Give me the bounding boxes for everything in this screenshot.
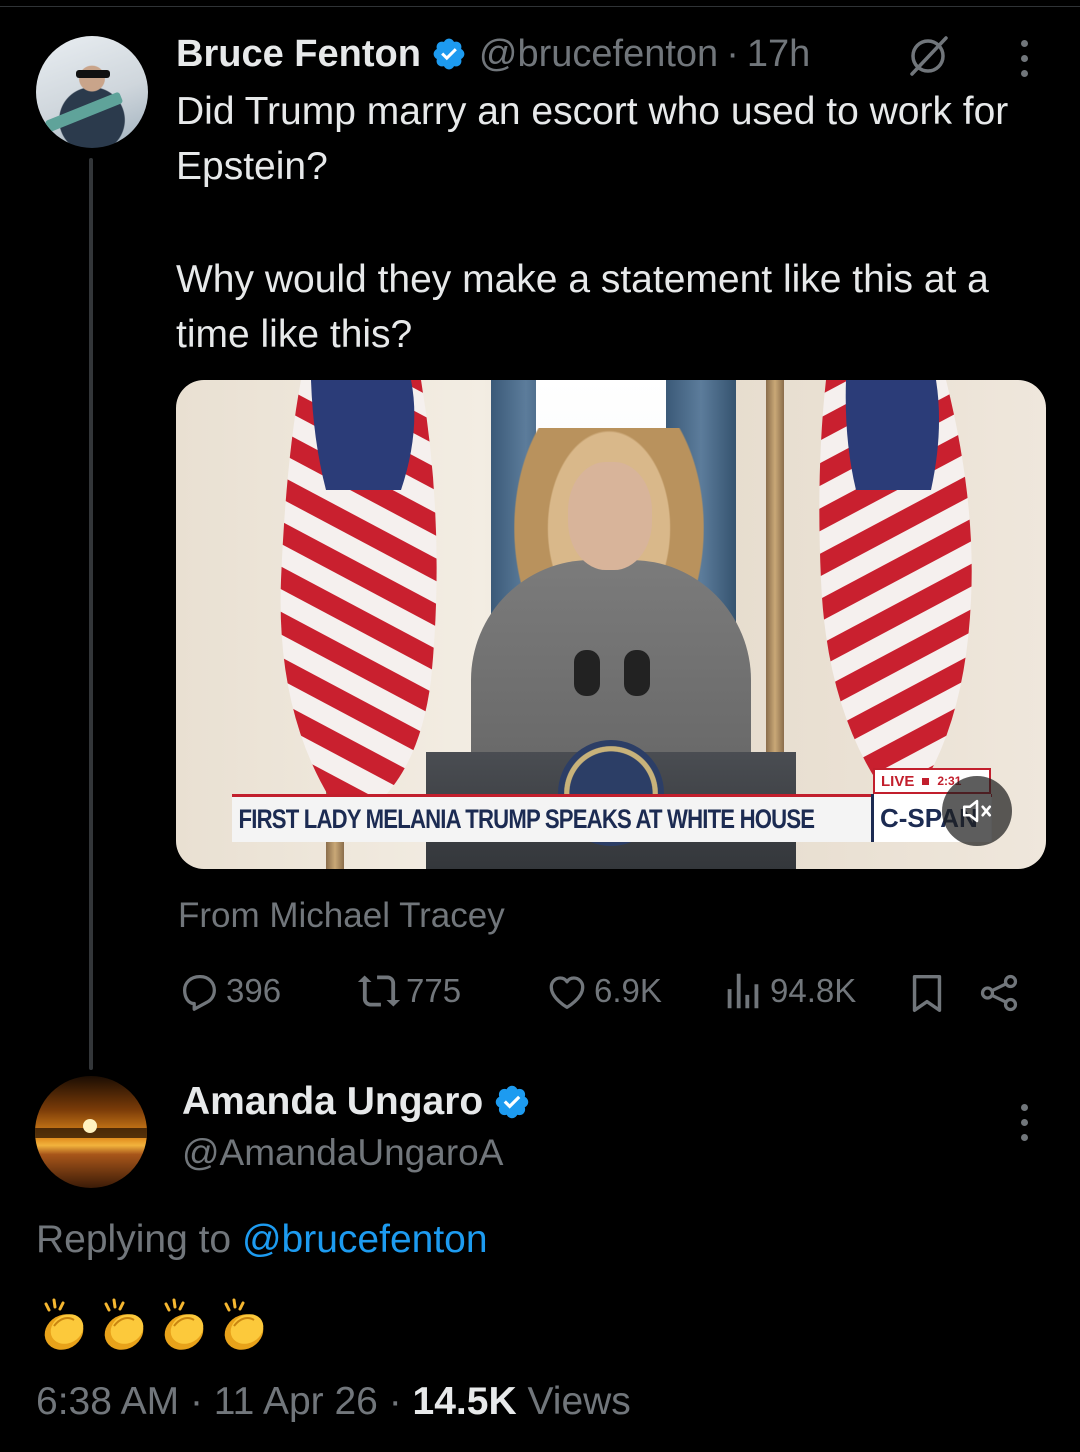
more-dots-icon[interactable] — [1018, 40, 1030, 77]
verified-badge-icon — [493, 1083, 531, 1121]
clapping-hands-icon — [36, 1296, 94, 1354]
lower-third-text: FIRST LADY MELANIA TRUMP SPEAKS AT WHITE… — [238, 804, 815, 834]
views-chart-icon — [720, 968, 766, 1014]
live-dot — [922, 777, 930, 785]
repost-icon — [356, 968, 402, 1014]
clapping-hands-icon — [156, 1296, 214, 1354]
replying-prefix: Replying to — [36, 1218, 232, 1261]
avatar-glasses — [76, 70, 110, 78]
media-flag-left — [280, 380, 437, 800]
tweet-video[interactable]: LIVE 2:31 FIRST LADY MELANIA TRUMP SPEAK… — [176, 380, 1046, 869]
reply-meta: 6:38 AM · 11 Apr 26 · 14.5K Views — [36, 1380, 631, 1424]
share-button[interactable] — [976, 970, 1022, 1016]
reply-button[interactable]: 396 — [176, 968, 281, 1014]
clapping-hands-icon — [216, 1296, 274, 1354]
like-button[interactable]: 6.9K — [544, 968, 662, 1014]
reply-icon — [176, 968, 222, 1014]
views-count: 94.8K — [770, 972, 857, 1009]
meta-separator: · — [189, 1380, 203, 1423]
reply-author-name[interactable]: Amanda Ungaro — [182, 1080, 483, 1124]
reply-views-count: 14.5K — [412, 1380, 517, 1423]
more-dots-icon[interactable] — [1018, 1104, 1030, 1141]
bookmark-button[interactable] — [904, 970, 950, 1016]
replying-to: Replying to @brucefenton — [36, 1218, 488, 1262]
speaker-muted-icon[interactable] — [942, 776, 1012, 846]
author-name[interactable]: Bruce Fenton — [176, 33, 421, 76]
media-microphone — [624, 650, 650, 696]
reply-date[interactable]: 11 Apr 26 — [214, 1380, 378, 1423]
reply-count: 396 — [226, 972, 282, 1009]
media-microphone — [574, 650, 600, 696]
repost-button[interactable]: 775 — [356, 968, 461, 1014]
reply-author-row: Amanda Ungaro — [182, 1080, 543, 1124]
repost-count: 775 — [406, 972, 462, 1009]
bookmark-icon — [904, 970, 950, 1016]
tweet-text-line-2: Why would they make a statement like thi… — [176, 258, 989, 356]
clapping-hands-icon — [96, 1296, 154, 1354]
media-attribution[interactable]: From Michael Tracey — [178, 896, 505, 936]
tweet-text: Did Trump marry an escort who used to wo… — [176, 84, 1056, 362]
tweet-text-line-1: Did Trump marry an escort who used to wo… — [176, 90, 1009, 188]
live-label: LIVE — [881, 772, 915, 790]
top-divider — [0, 6, 1080, 7]
replying-to-handle[interactable]: @brucefenton — [242, 1218, 488, 1261]
grok-icon[interactable] — [906, 34, 950, 78]
reply-author-avatar[interactable] — [35, 1076, 147, 1188]
author-avatar[interactable] — [36, 36, 148, 148]
reply-timestamp[interactable]: 6:38 AM — [36, 1380, 179, 1423]
author-handle[interactable]: @brucefenton — [479, 33, 718, 76]
verified-badge-icon — [431, 36, 467, 72]
like-count: 6.9K — [594, 972, 662, 1009]
thread-connector-line — [89, 158, 93, 1070]
media-flag-right — [819, 380, 972, 780]
header-separator: · — [726, 32, 739, 75]
meta-separator: · — [388, 1380, 402, 1423]
reply-text — [36, 1296, 274, 1354]
tweet-header: Bruce Fenton @brucefenton · 17h — [176, 28, 810, 80]
heart-icon — [544, 968, 590, 1014]
avatar-sun — [83, 1119, 97, 1133]
avatar-detail — [44, 91, 124, 133]
share-icon — [976, 970, 1022, 1016]
media-speaker-face — [568, 462, 652, 570]
reply-views-label: Views — [527, 1380, 631, 1423]
tweet-time[interactable]: 17h — [747, 33, 810, 76]
views-button[interactable]: 94.8K — [720, 968, 856, 1014]
reply-author-handle[interactable]: @AmandaUngaroA — [182, 1132, 503, 1174]
tweet-action-bar: 396 775 6.9K 94.8K — [176, 968, 1036, 1018]
